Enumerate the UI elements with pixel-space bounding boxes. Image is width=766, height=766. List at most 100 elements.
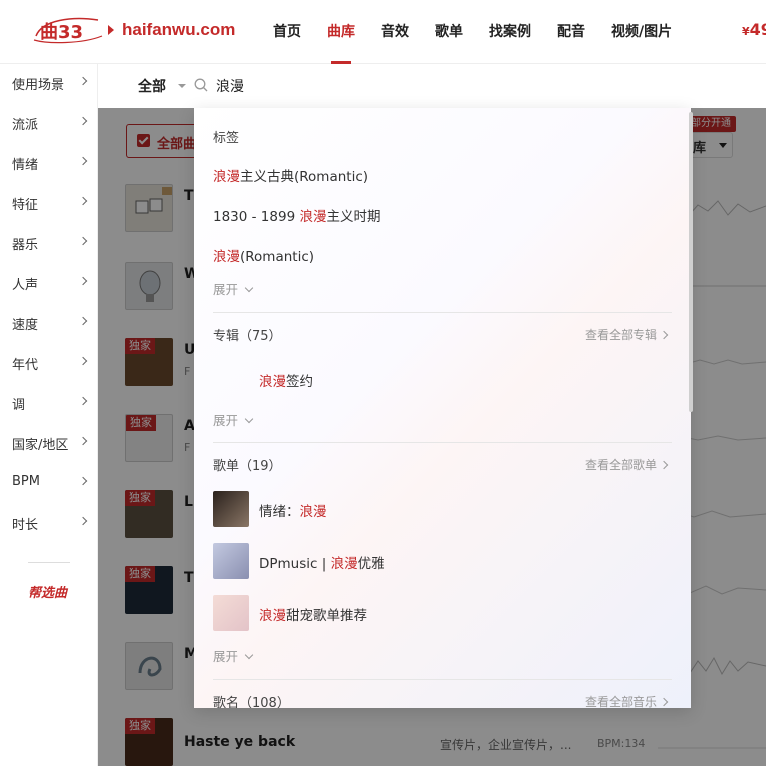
page-root: 曲33 haifanwu.com 首页 曲库 音效 歌单 找案例 配音 视频/图…: [0, 0, 766, 766]
text-highlight: 浪漫: [299, 504, 327, 520]
caret-down-icon[interactable]: [178, 84, 186, 88]
section-title-tags: 标签: [213, 131, 240, 146]
sidebar-item-label: 使用场景: [12, 78, 65, 93]
sidebar-item-scene[interactable]: 使用场景: [12, 74, 90, 93]
link-label: 查看全部专辑: [584, 328, 657, 342]
chevron-right-icon: [78, 396, 88, 406]
text-post: 签约: [286, 374, 313, 390]
sidebar-item-tempo[interactable]: 速度: [12, 314, 90, 333]
search-bar: 全部: [98, 64, 766, 108]
top-header: 曲33 haifanwu.com 首页 曲库 音效 歌单 找案例 配音 视频/图…: [0, 0, 766, 64]
nav-music-library[interactable]: 曲库: [314, 0, 368, 64]
text-highlight: 浪漫: [299, 209, 327, 225]
search-input[interactable]: [216, 74, 516, 98]
nav-home[interactable]: 首页: [260, 0, 314, 64]
text-pre: 情绪：: [259, 504, 300, 520]
main-nav: 首页 曲库 音效 歌单 找案例 配音 视频/图片: [260, 0, 685, 64]
view-all-playlists-link[interactable]: 查看全部歌单: [584, 456, 669, 473]
sidebar-item-feature[interactable]: 特征: [12, 194, 90, 213]
chevron-right-icon: [78, 236, 88, 246]
view-all-albums-link[interactable]: 查看全部专辑: [584, 326, 669, 343]
sidebar-item-duration[interactable]: 时长: [12, 514, 90, 533]
nav-video-image[interactable]: 视频/图片: [598, 0, 685, 64]
search-icon[interactable]: [194, 78, 208, 92]
text-post: 主义时期: [326, 209, 381, 225]
suggestion-tag[interactable]: 1830 - 1899 浪漫主义时期: [213, 205, 380, 225]
filter-sidebar: 使用场景 流派 情绪 特征 器乐 人声 速度 年代 调 国家/地区 BPM 时长…: [0, 64, 98, 766]
sidebar-item-label: 时长: [12, 518, 39, 533]
sidebar-item-vocal[interactable]: 人声: [12, 274, 90, 293]
sidebar-item-bpm[interactable]: BPM: [12, 474, 90, 489]
suggestion-playlist[interactable]: 浪漫甜宠歌单推荐: [259, 604, 367, 624]
dropdown-scrollbar[interactable]: [689, 112, 693, 412]
link-label: 查看全部歌单: [584, 458, 657, 472]
text-pre: DPmusic |: [259, 556, 331, 572]
chevron-right-icon: [78, 516, 88, 526]
sidebar-item-mood[interactable]: 情绪: [12, 154, 90, 173]
suggestion-tag[interactable]: 浪漫(Romantic): [213, 245, 314, 265]
chevron-down-icon: [244, 650, 254, 660]
expand-playlists-button[interactable]: 展开: [213, 646, 254, 665]
chevron-right-icon: [78, 476, 88, 486]
text-post: 主义古典(Romantic): [240, 169, 369, 185]
sidebar-item-genre[interactable]: 流派: [12, 114, 90, 133]
site-domain[interactable]: haifanwu.com: [122, 20, 235, 40]
site-logo[interactable]: 曲33: [32, 14, 104, 48]
text-post: (Romantic): [240, 249, 315, 265]
suggestion-tag[interactable]: 浪漫主义古典(Romantic): [213, 165, 368, 185]
sidebar-item-label: 速度: [12, 318, 39, 333]
text-highlight: 浪漫: [213, 249, 240, 265]
sidebar-item-instrument[interactable]: 器乐: [12, 234, 90, 253]
chevron-right-icon: [78, 316, 88, 326]
chevron-right-icon: [78, 116, 88, 126]
sidebar-item-label: 国家/地区: [12, 438, 69, 453]
price-promo[interactable]: ¥49: [742, 20, 766, 39]
text-highlight: 浪漫: [259, 608, 286, 624]
sidebar-item-label: 年代: [12, 358, 39, 373]
chevron-right-icon: [659, 697, 669, 707]
chevron-right-icon: [78, 356, 88, 366]
text-post: 优雅: [357, 556, 385, 572]
section-title-playlists: 歌单（19）: [213, 459, 282, 474]
nav-playlists[interactable]: 歌单: [422, 0, 476, 64]
logo-text: 曲33: [40, 22, 83, 43]
suggestion-playlist[interactable]: 情绪：浪漫: [259, 500, 327, 520]
playlist-thumbnail[interactable]: [213, 543, 249, 579]
chevron-right-icon: [78, 76, 88, 86]
section-title-songs: 歌名（108）: [213, 696, 290, 708]
expand-albums-button[interactable]: 展开: [213, 410, 254, 429]
suggestion-playlist[interactable]: DPmusic | 浪漫优雅: [259, 552, 385, 572]
section-divider: [213, 312, 672, 313]
expand-tags-button[interactable]: 展开: [213, 279, 254, 298]
nav-sound-effects[interactable]: 音效: [368, 0, 422, 64]
section-divider: [213, 679, 672, 680]
sidebar-item-key[interactable]: 调: [12, 394, 90, 413]
sidebar-item-label: BPM: [12, 474, 40, 489]
suggestion-album[interactable]: 浪漫签约: [259, 370, 313, 390]
section-divider: [213, 442, 672, 443]
price-value: 49: [749, 20, 766, 39]
nav-voiceover[interactable]: 配音: [544, 0, 598, 64]
chevron-down-icon: [244, 414, 254, 424]
nav-cases[interactable]: 找案例: [476, 0, 544, 64]
expand-label: 展开: [213, 413, 239, 428]
chevron-right-icon: [78, 276, 88, 286]
chevron-right-icon: [659, 460, 669, 470]
logo-arrow-icon: [108, 25, 114, 35]
sidebar-item-label: 情绪: [12, 158, 39, 173]
help-choose-button[interactable]: 帮选曲: [28, 582, 67, 601]
chevron-right-icon: [659, 330, 669, 340]
chevron-down-icon: [244, 283, 254, 293]
search-scope-select[interactable]: 全部: [138, 76, 166, 96]
section-title-albums: 专辑（75）: [213, 329, 282, 344]
sidebar-item-label: 人声: [12, 278, 39, 293]
sidebar-item-era[interactable]: 年代: [12, 354, 90, 373]
sidebar-divider: [28, 562, 70, 563]
expand-label: 展开: [213, 649, 239, 664]
search-suggestions-dropdown: 标签 浪漫主义古典(Romantic) 1830 - 1899 浪漫主义时期 浪…: [194, 108, 691, 708]
price-currency: ¥: [742, 25, 750, 38]
view-all-songs-link[interactable]: 查看全部音乐: [585, 693, 669, 708]
sidebar-item-country[interactable]: 国家/地区: [12, 434, 90, 453]
playlist-thumbnail[interactable]: [213, 595, 249, 631]
playlist-thumbnail[interactable]: [213, 491, 249, 527]
